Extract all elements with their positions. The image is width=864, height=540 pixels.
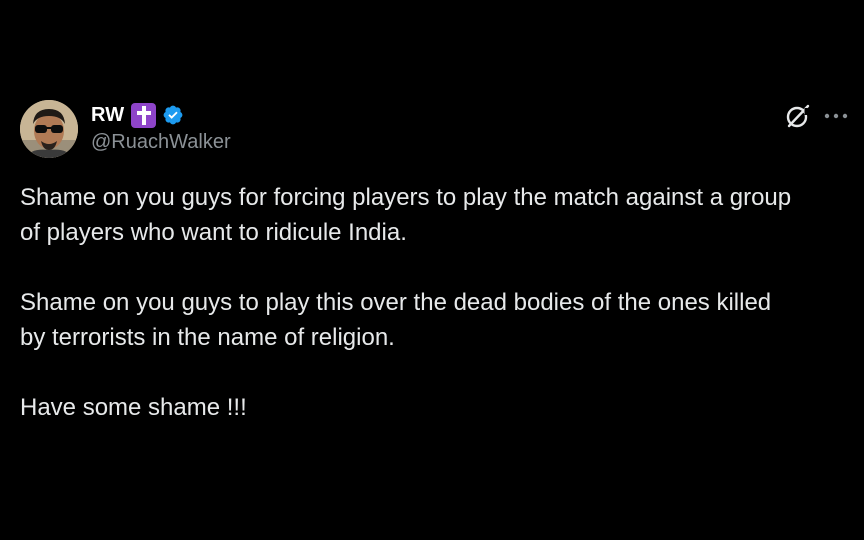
tweet-paragraph-1: Shame on you guys for forcing players to…	[20, 184, 792, 246]
user-avatar-icon	[20, 100, 78, 158]
grok-icon[interactable]	[785, 103, 811, 129]
tweet-card: RW @RuachWalker Shame on you guys for fo…	[0, 0, 864, 540]
avatar[interactable]	[20, 100, 78, 158]
latin-cross-icon	[131, 102, 157, 128]
tweet-paragraph-3: Have some shame !!!	[20, 394, 247, 421]
verified-badge-icon[interactable]	[162, 104, 184, 126]
author-name-row[interactable]: RW	[91, 102, 184, 128]
tweet-paragraph-2: Shame on you guys to play this over the …	[20, 289, 772, 351]
author-handle[interactable]: @RuachWalker	[91, 131, 231, 154]
more-options-icon[interactable]	[823, 111, 849, 121]
tweet-body: Shame on you guys for forcing players to…	[20, 180, 855, 425]
author-display-name[interactable]: RW	[91, 104, 124, 127]
